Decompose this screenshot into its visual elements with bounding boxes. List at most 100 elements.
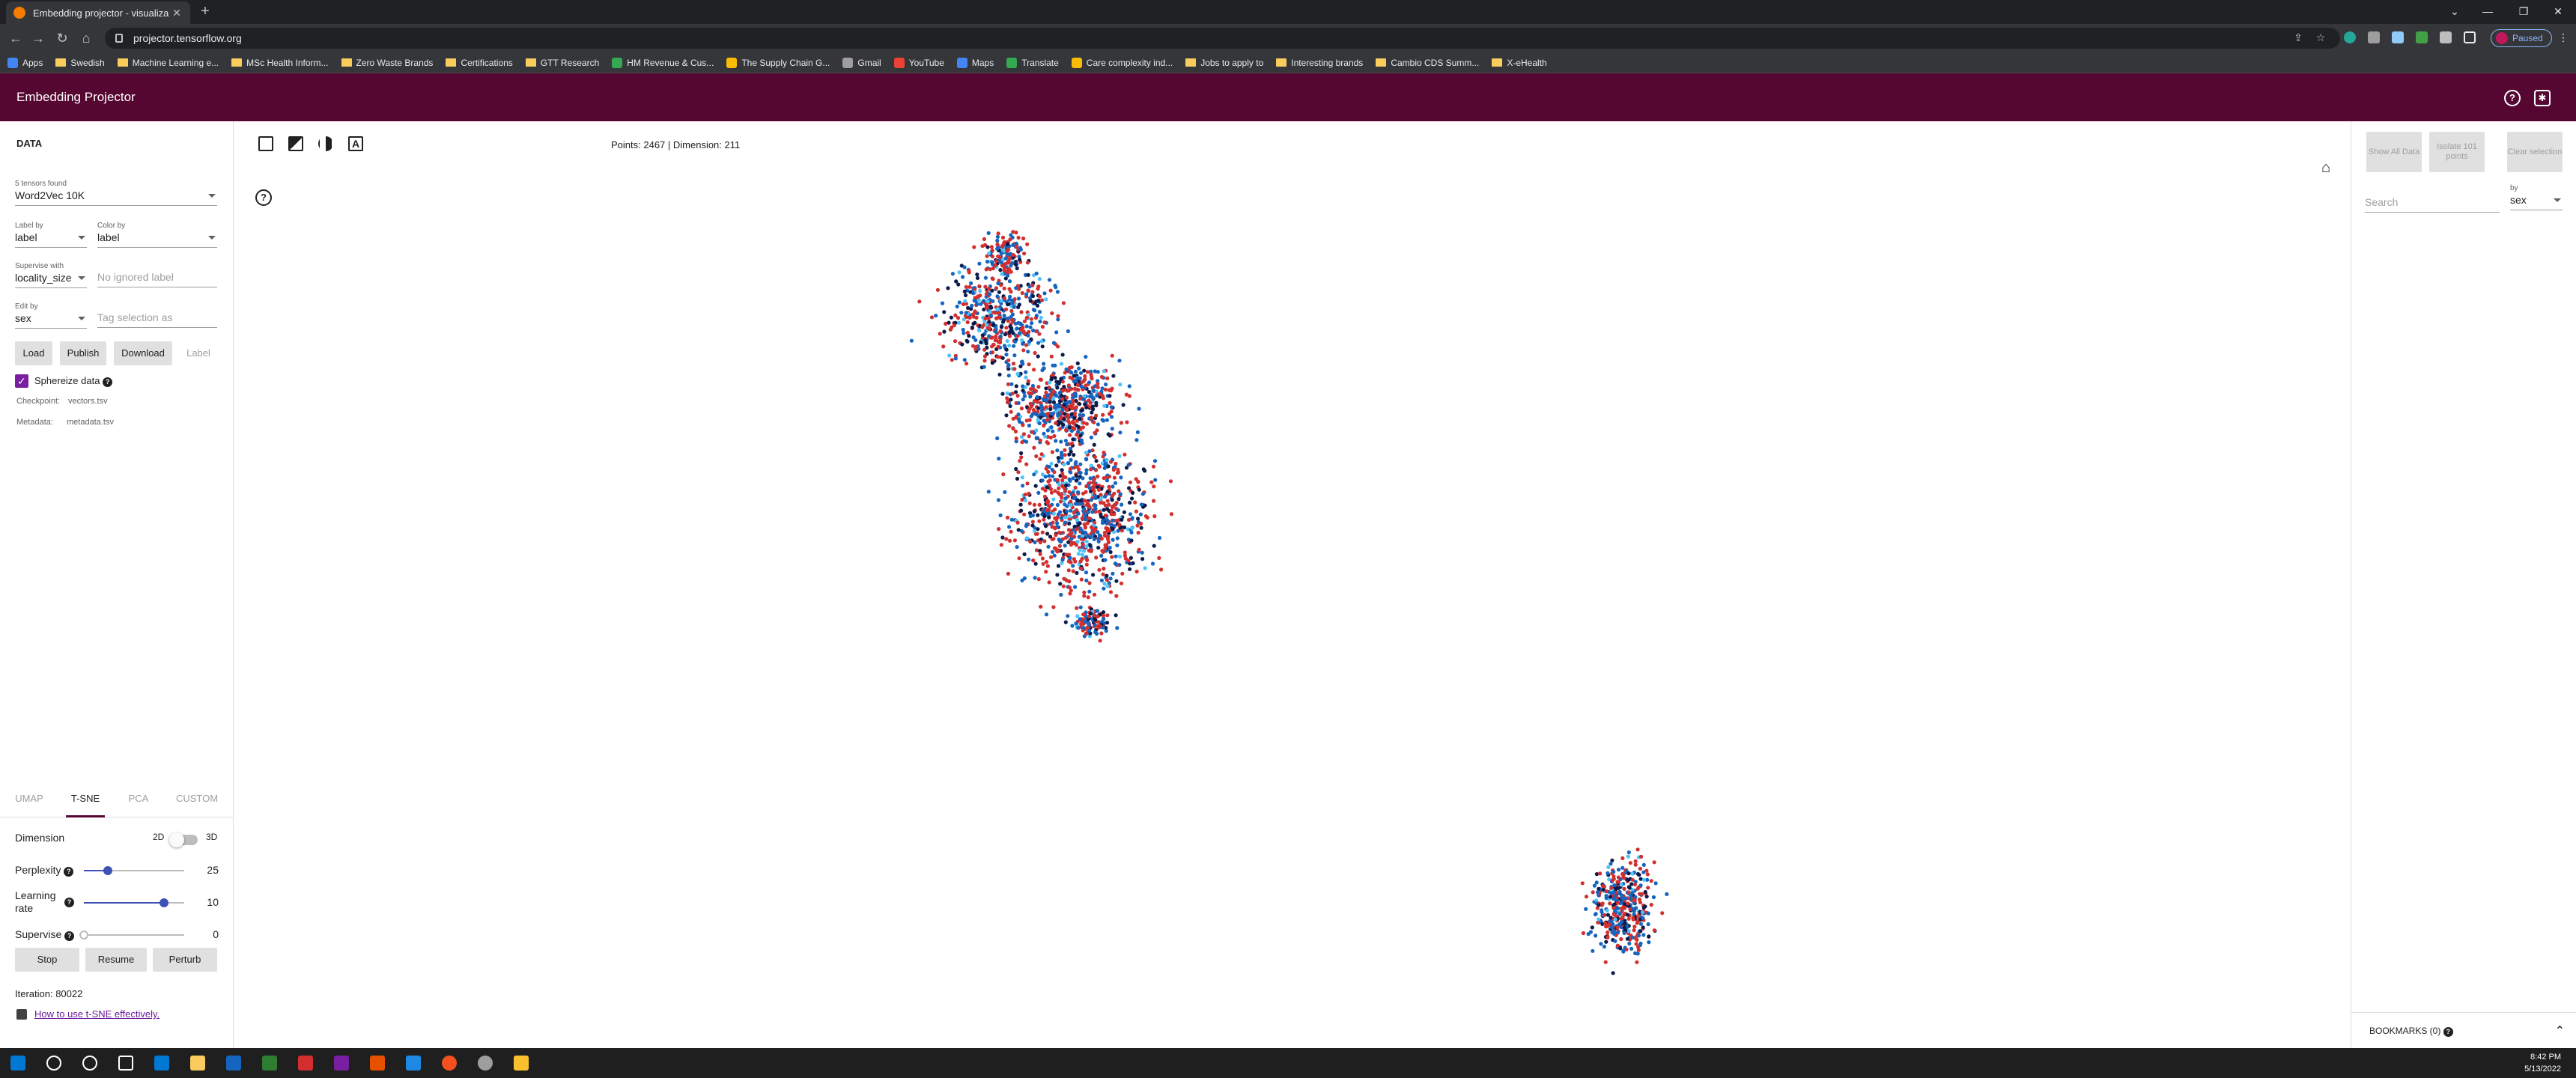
embedding-point[interactable] [1591,948,1595,953]
embedding-point[interactable] [1096,546,1101,550]
embedding-point[interactable] [1098,392,1102,397]
embedding-point[interactable] [1627,941,1632,945]
embedding-point[interactable] [1067,421,1072,425]
embedding-point[interactable] [1042,514,1047,519]
embedding-point[interactable] [1078,548,1082,552]
embedding-point[interactable] [1107,502,1111,507]
embedding-point[interactable] [1074,621,1078,626]
embedding-point[interactable] [1027,491,1031,496]
embedding-point[interactable] [1013,339,1018,344]
embedding-point[interactable] [1015,326,1019,331]
embedding-point[interactable] [1075,383,1080,387]
embedding-point[interactable] [1102,450,1106,455]
reload-icon[interactable]: ↻ [52,29,72,47]
embedding-point[interactable] [1034,299,1039,304]
embedding-point[interactable] [982,359,987,363]
embedding-point[interactable] [1084,405,1089,409]
embedding-point[interactable] [1649,903,1653,907]
embedding-point[interactable] [1008,237,1012,242]
embedding-point[interactable] [1029,403,1033,407]
embedding-point[interactable] [970,344,976,348]
embedding-point[interactable] [1027,418,1032,422]
embedding-point[interactable] [1637,897,1641,902]
embedding-point[interactable] [1594,934,1598,938]
embedding-point[interactable] [1089,612,1093,616]
embedding-point[interactable] [1063,543,1067,548]
embedding-point[interactable] [1022,512,1027,517]
embedding-point[interactable] [935,287,940,292]
embedding-point[interactable] [1105,478,1109,483]
embedding-point[interactable] [1636,934,1641,938]
embedding-point[interactable] [1080,552,1084,557]
embedding-point[interactable] [1057,530,1062,535]
embedding-point[interactable] [1044,398,1048,403]
embedding-point[interactable] [1105,529,1110,533]
embedding-point[interactable] [1096,624,1100,628]
embedding-point[interactable] [1028,387,1033,392]
embedding-point[interactable] [990,344,994,349]
embedding-point[interactable] [1036,513,1040,517]
embedding-point[interactable] [1045,441,1051,445]
embedding-point[interactable] [1114,501,1119,505]
embedding-point[interactable] [1012,305,1016,309]
embedding-point[interactable] [1114,613,1118,618]
embedding-point[interactable] [1629,946,1634,951]
embedding-point[interactable] [1047,278,1052,282]
embedding-point[interactable] [1084,484,1089,489]
embedding-point[interactable] [1000,243,1005,249]
embedding-point[interactable] [1087,629,1091,633]
embedding-point[interactable] [1026,379,1030,383]
embedding-point[interactable] [1049,354,1054,359]
embedding-point[interactable] [1000,235,1006,240]
embedding-point[interactable] [1111,571,1115,576]
embedding-point[interactable] [1639,892,1644,896]
embedding-point[interactable] [1068,433,1072,437]
embedding-point[interactable] [1069,457,1073,462]
embedding-point[interactable] [994,329,998,334]
embedding-point[interactable] [1071,437,1075,442]
embedding-point[interactable] [1105,418,1109,422]
embedding-point[interactable] [974,315,979,320]
embedding-point[interactable] [1057,411,1062,416]
embedding-point[interactable] [1053,516,1057,520]
ignored-label-input[interactable]: No ignored label [97,271,217,287]
embedding-point[interactable] [1137,406,1141,411]
embedding-point[interactable] [1049,490,1054,495]
embedding-point[interactable] [1012,367,1017,371]
embedding-point[interactable] [995,234,1000,239]
embedding-point[interactable] [1032,399,1036,404]
embedding-point[interactable] [1079,502,1084,506]
embedding-point[interactable] [1029,317,1033,321]
embedding-point[interactable] [1109,523,1114,527]
embedding-point[interactable] [1108,549,1113,555]
embedding-point[interactable] [1119,475,1123,480]
embedding-point[interactable] [1007,525,1012,529]
embedding-point[interactable] [988,267,992,272]
embedding-point[interactable] [982,347,987,352]
embedding-point[interactable] [1005,515,1010,520]
embedding-point[interactable] [1112,475,1117,480]
embedding-point[interactable] [1069,370,1073,374]
tab-tsne[interactable]: T-SNE [66,780,105,817]
embedding-point[interactable] [1111,467,1116,472]
embedding-point[interactable] [1053,526,1057,531]
embedding-point[interactable] [1055,502,1060,508]
embedding-point[interactable] [1015,545,1019,549]
embedding-point[interactable] [1620,906,1624,911]
embedding-point[interactable] [1112,491,1117,496]
embedding-point[interactable] [1071,564,1075,568]
embedding-point[interactable] [1022,332,1027,336]
embedding-point[interactable] [1045,532,1050,536]
embedding-point[interactable] [1054,285,1058,290]
embedding-point[interactable] [1032,445,1036,450]
embedding-point[interactable] [1084,355,1088,359]
embedding-point[interactable] [1020,497,1024,502]
embedding-point[interactable] [1020,475,1024,480]
embedding-point[interactable] [1103,514,1108,518]
embedding-point[interactable] [962,265,967,270]
embedding-point[interactable] [1089,435,1093,439]
embedding-point[interactable] [1619,937,1623,942]
embedding-point[interactable] [994,259,998,264]
embedding-point[interactable] [1635,886,1640,891]
perturb-button[interactable]: Perturb [153,948,217,972]
